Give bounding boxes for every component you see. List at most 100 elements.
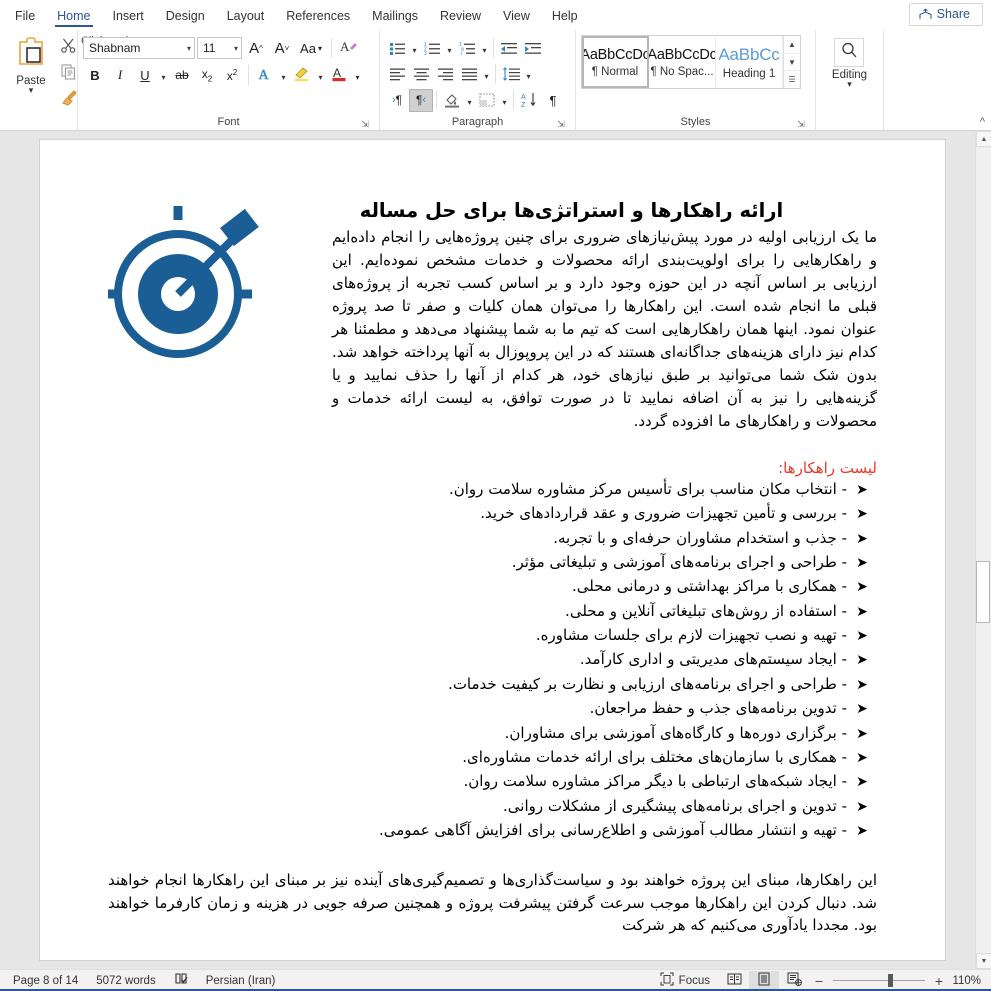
multilevel-dropdown-chevron-icon[interactable]: ▾: [479, 37, 490, 60]
tab-file[interactable]: File: [4, 6, 46, 30]
bullet-arrow-icon: ➤: [856, 798, 868, 815]
change-case-button[interactable]: Aa ▾: [296, 37, 326, 60]
font-dialog-launcher[interactable]: ⇲: [360, 119, 370, 129]
scissors-icon[interactable]: [60, 37, 77, 59]
tab-view[interactable]: View: [492, 6, 541, 30]
styles-scroll-down-button[interactable]: ▼: [784, 54, 800, 72]
scroll-up-button[interactable]: ▲: [976, 131, 991, 147]
text-effects-dropdown-chevron-icon[interactable]: ▾: [278, 64, 289, 87]
font-size-combobox[interactable]: 11 ▾: [197, 37, 242, 59]
shading-dropdown-chevron-icon[interactable]: ▾: [464, 89, 475, 112]
superscript-button[interactable]: x2: [220, 64, 244, 87]
read-mode-button[interactable]: [719, 971, 749, 991]
clear-formatting-icon: A: [340, 38, 358, 58]
strikethrough-button[interactable]: ab: [170, 64, 194, 87]
highlight-button[interactable]: [290, 64, 314, 87]
style-normal[interactable]: AaBbCcDc ¶ Normal: [582, 36, 649, 88]
zoom-out-button[interactable]: −: [813, 973, 825, 989]
shading-button[interactable]: [440, 89, 464, 112]
styles-scroll-up-button[interactable]: ▲: [784, 36, 800, 54]
line-spacing-dropdown-chevron-icon[interactable]: ▾: [523, 63, 534, 86]
highlight-icon: [293, 65, 311, 85]
list-item-text: - طراحی و اجرای برنامه‌های آموزشی و تبلی…: [511, 552, 847, 571]
shrink-font-button[interactable]: A ˅: [270, 37, 294, 60]
highlight-dropdown-chevron-icon[interactable]: ▾: [315, 64, 326, 87]
focus-mode-button[interactable]: Focus: [651, 972, 719, 989]
editing-button[interactable]: Editing ▾: [832, 33, 867, 89]
underline-dropdown-chevron-icon[interactable]: ▾: [158, 64, 169, 87]
web-layout-icon: [787, 972, 802, 989]
tab-layout[interactable]: Layout: [216, 6, 276, 30]
share-button[interactable]: Share: [908, 3, 983, 26]
tab-mailings[interactable]: Mailings: [361, 6, 429, 30]
vertical-scrollbar[interactable]: ▲ ▼: [975, 131, 991, 969]
align-center-button[interactable]: [409, 63, 433, 86]
list-item-text: - برگزاری دوره‌ها و کارگاه‌های آموزشی بر…: [504, 723, 847, 742]
subscript-button[interactable]: x2: [195, 64, 219, 87]
tab-help[interactable]: Help: [541, 6, 589, 30]
text-effects-button[interactable]: A: [253, 64, 277, 87]
scrollbar-thumb[interactable]: [976, 561, 990, 623]
line-spacing-button[interactable]: [499, 63, 523, 86]
align-right-button[interactable]: [433, 63, 457, 86]
styles-dialog-launcher[interactable]: ⇲: [796, 119, 806, 129]
proofing-status[interactable]: [165, 972, 197, 989]
format-painter-icon[interactable]: [60, 89, 77, 111]
paragraph-dialog-launcher[interactable]: ⇲: [556, 119, 566, 129]
font-name-combobox[interactable]: Shabnam ▾: [83, 37, 195, 59]
borders-dropdown-chevron-icon[interactable]: ▾: [499, 89, 510, 112]
paste-button[interactable]: Paste ▾: [7, 33, 55, 95]
style-no-spacing[interactable]: AaBbCcDc ¶ No Spac...: [649, 36, 716, 88]
decrease-indent-button[interactable]: [497, 37, 521, 60]
multilevel-list-button[interactable]: 1 a i: [455, 37, 479, 60]
grow-font-button[interactable]: A ^: [244, 37, 268, 60]
justify-dropdown-chevron-icon[interactable]: ▾: [481, 63, 492, 86]
tab-insert[interactable]: Insert: [102, 6, 155, 30]
bold-button[interactable]: B: [83, 64, 107, 87]
numbering-button[interactable]: 1 2 3: [420, 37, 444, 60]
clear-formatting-button[interactable]: A: [337, 37, 361, 60]
copy-icon[interactable]: [60, 63, 77, 85]
borders-button[interactable]: [475, 89, 499, 112]
word-count[interactable]: 5072 words: [87, 975, 164, 987]
show-formatting-marks-button[interactable]: ¶: [541, 89, 565, 112]
zoom-slider[interactable]: − +: [809, 973, 949, 989]
tab-references[interactable]: References: [275, 6, 361, 30]
web-layout-button[interactable]: [779, 971, 809, 991]
svg-text:A: A: [333, 66, 341, 80]
align-left-button[interactable]: [385, 63, 409, 86]
increase-indent-button[interactable]: [521, 37, 545, 60]
zoom-track[interactable]: [833, 974, 925, 987]
underline-button[interactable]: U: [133, 64, 157, 87]
numbering-dropdown-chevron-icon[interactable]: ▾: [444, 37, 455, 60]
tab-design[interactable]: Design: [155, 6, 216, 30]
document-closing-paragraph: این راهکارها، مبنای این پروژه خواهند بود…: [108, 870, 877, 935]
style-heading-1[interactable]: AaBbCc Heading 1: [716, 36, 783, 88]
document-body[interactable]: ارائه راهکارها و استراتژی‌ها برای حل مسا…: [40, 140, 945, 937]
styles-more-button[interactable]: ☰: [784, 71, 800, 88]
print-layout-button[interactable]: [749, 970, 779, 991]
collapse-ribbon-button[interactable]: ^: [980, 116, 985, 128]
language-indicator[interactable]: Persian (Iran): [197, 975, 285, 987]
italic-button[interactable]: I: [108, 64, 132, 87]
editing-dropdown-chevron-icon[interactable]: ▾: [847, 80, 852, 89]
tab-home[interactable]: Home: [46, 6, 101, 30]
paste-dropdown-chevron-icon[interactable]: ▾: [29, 86, 34, 95]
list-item: ➤ - همکاری با مراکز بهداشتی و درمانی محلی…: [108, 574, 877, 598]
justify-button[interactable]: [457, 63, 481, 86]
bullets-button[interactable]: [385, 37, 409, 60]
ltr-text-direction-button[interactable]: › ¶: [385, 89, 409, 112]
sort-button[interactable]: A Z: [517, 89, 541, 112]
font-color-dropdown-chevron-icon[interactable]: ▾: [352, 64, 363, 87]
bullets-dropdown-chevron-icon[interactable]: ▾: [409, 37, 420, 60]
rtl-text-direction-button[interactable]: ¶ ‹: [409, 88, 433, 112]
tab-review[interactable]: Review: [429, 6, 492, 30]
font-color-button[interactable]: A: [327, 64, 351, 87]
zoom-in-button[interactable]: +: [933, 973, 945, 989]
page-indicator[interactable]: Page 8 of 14: [4, 975, 87, 987]
styles-gallery[interactable]: AaBbCcDc ¶ Normal AaBbCcDc ¶ No Spac... …: [581, 35, 801, 89]
document-page[interactable]: ارائه راهکارها و استراتژی‌ها برای حل مسا…: [40, 140, 945, 960]
zoom-level[interactable]: 110%: [949, 975, 987, 987]
zoom-thumb[interactable]: [888, 974, 893, 987]
scroll-down-button[interactable]: ▼: [976, 953, 991, 969]
